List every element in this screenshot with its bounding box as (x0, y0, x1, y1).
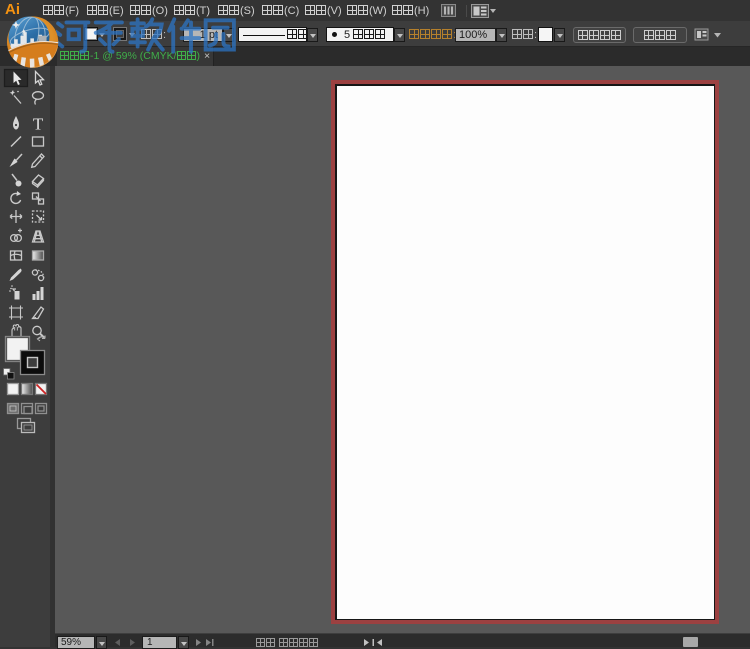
svg-text:T: T (33, 115, 44, 134)
